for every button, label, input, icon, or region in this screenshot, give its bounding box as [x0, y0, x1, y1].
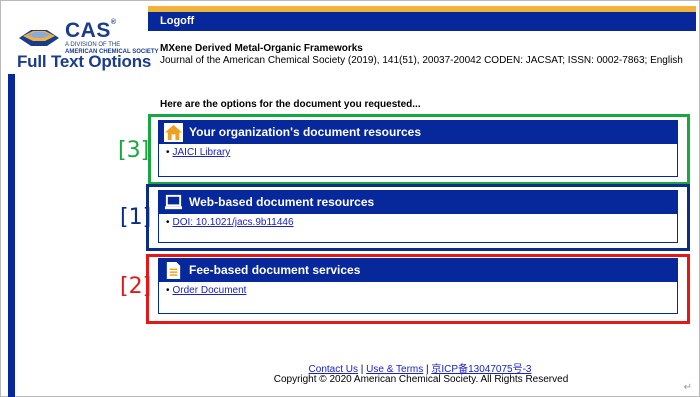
section-header: Fee-based document services	[159, 259, 677, 282]
section-body: • JAICI Library	[159, 144, 677, 158]
header-bar	[148, 12, 696, 31]
document-icon	[166, 261, 181, 280]
bullet: •	[166, 147, 170, 158]
section-title: Web-based document resources	[189, 195, 375, 209]
annotation-label-2: [2]	[120, 274, 152, 299]
cas-wordmark: CAS®	[65, 19, 117, 42]
copyright-text: Copyright © 2020 American Chemical Socie…	[273, 374, 569, 385]
footer-links: Contact Us | Use & Terms | 京ICP备13047075…	[0, 360, 700, 375]
left-rail	[8, 74, 15, 397]
section-web-resources: Web-based document resources • DOI: 10.10…	[158, 190, 678, 243]
options-intro: Here are the options for the document yo…	[160, 99, 421, 110]
section-body: • Order Document	[159, 282, 677, 296]
section-fee-services: Fee-based document services • Order Docum…	[158, 258, 678, 314]
section-org-resources: Your organization's document resources •…	[158, 120, 678, 177]
logoff-link[interactable]: Logoff	[160, 13, 194, 29]
jaici-library-link[interactable]: JAICI Library	[173, 147, 231, 158]
section-title: Your organization's document resources	[189, 125, 422, 139]
section-title: Fee-based document services	[189, 263, 361, 277]
logo-division-line1: A DIVISION OF THE	[65, 42, 121, 48]
order-document-link[interactable]: Order Document	[173, 285, 247, 296]
annotation-label-1: [1]	[120, 205, 152, 230]
laptop-icon	[164, 194, 183, 210]
section-header: Web-based document resources	[159, 191, 677, 214]
page-title: Full Text Options	[17, 52, 152, 71]
bullet: •	[166, 217, 170, 228]
return-mark: ↵	[683, 382, 692, 393]
annotation-label-3: [3]	[118, 138, 150, 163]
section-header: Your organization's document resources	[159, 121, 677, 144]
doi-link[interactable]: DOI: 10.1021/jacs.9b11446	[173, 217, 294, 228]
document-title: MXene Derived Metal-Organic Frameworks	[160, 43, 363, 54]
document-citation: Journal of the American Chemical Society…	[160, 55, 683, 66]
section-body: • DOI: 10.1021/jacs.9b11446	[159, 214, 677, 228]
cas-hexagon-logo-icon	[19, 30, 59, 46]
home-icon	[164, 123, 183, 142]
bullet: •	[166, 285, 170, 296]
